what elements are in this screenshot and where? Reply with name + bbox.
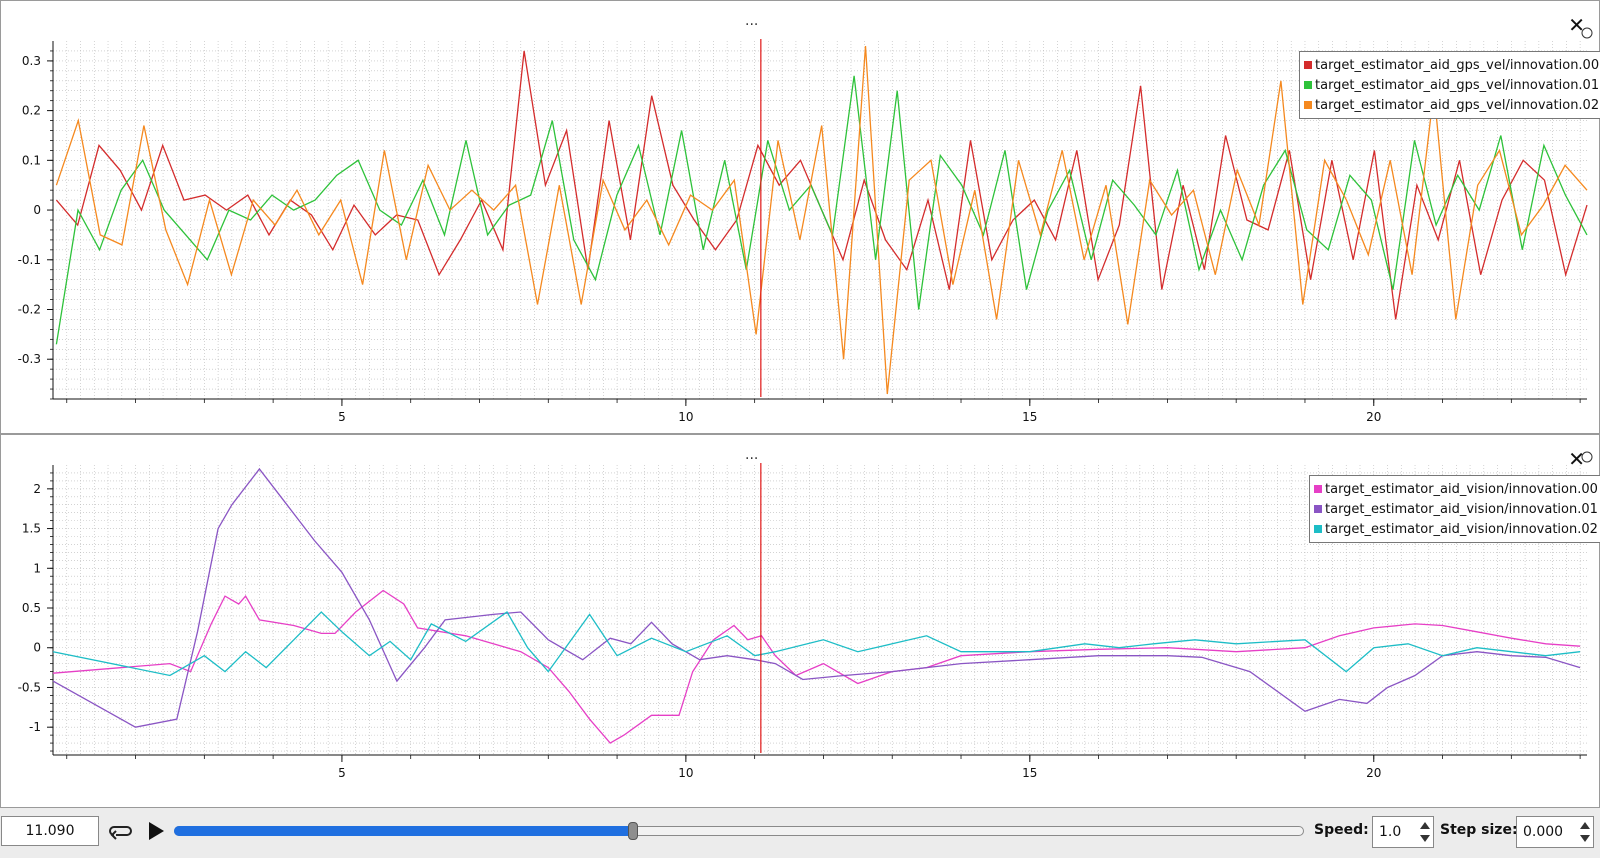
top-plot-x-tick-label: 20 — [1366, 410, 1381, 424]
speed-value: 1.0 — [1379, 824, 1402, 840]
top-plot-y-tick-label: 0.1 — [22, 153, 41, 167]
legend-label: target_estimator_aid_vision/innovation.0… — [1325, 521, 1598, 537]
bottom-plot-y-tick-label: -1 — [29, 720, 41, 734]
top-plot-y-tick-label: 0 — [33, 203, 41, 217]
top-plot-y-tick-label: 0.3 — [22, 54, 41, 68]
top-plot-y-tick-label: -0.2 — [18, 303, 41, 317]
bottom-plot-legend-item[interactable]: target_estimator_aid_vision/innovation.0… — [1314, 479, 1598, 499]
top-plot-legend-item[interactable]: target_estimator_aid_gps_vel/innovation.… — [1304, 95, 1599, 115]
bottom-plot-y-tick-label: 0 — [33, 641, 41, 655]
spin-arrows-icon[interactable] — [1418, 818, 1432, 846]
bottom-plot-menu[interactable]: ... — [745, 447, 758, 463]
legend-label: target_estimator_aid_vision/innovation.0… — [1325, 481, 1598, 497]
bottom-plot-y-tick-label: 0.5 — [22, 601, 41, 615]
bottom-plot-legend-item[interactable]: target_estimator_aid_vision/innovation.0… — [1314, 499, 1598, 519]
top-plot-panel[interactable]: 0.3 0.2 0.1 0 -0.1 -0.2 -0.3 5 10 15 20 ... ✕ targ… — [0, 0, 1600, 434]
legend-label: target_estimator_aid_gps_vel/innovation.… — [1315, 77, 1600, 93]
bottom-plot-y-tick-label: 2 — [33, 482, 41, 496]
slider-handle[interactable] — [627, 822, 638, 840]
step-size-label: Step size: — [1440, 822, 1518, 838]
legend-swatch — [1314, 525, 1322, 533]
top-plot-legend-item[interactable]: target_estimator_aid_gps_vel/innovation.… — [1304, 55, 1599, 75]
timeline-slider[interactable] — [174, 822, 1304, 840]
top-plot-legend-item[interactable]: target_estimator_aid_gps_vel/innovation.… — [1304, 75, 1599, 95]
top-plot-y-tick-label: 0.2 — [22, 104, 41, 118]
legend-label: target_estimator_aid_vision/innovation.0… — [1325, 501, 1598, 517]
bottom-plot-x-tick-label: 10 — [678, 766, 693, 780]
bottom-plot-legend-item[interactable]: target_estimator_aid_vision/innovation.0… — [1314, 519, 1598, 539]
top-plot-x-tick-label: 15 — [1022, 410, 1037, 424]
top-plot-legend[interactable]: target_estimator_aid_gps_vel/innovation.… — [1299, 51, 1600, 119]
step-size-value: 0.000 — [1523, 824, 1564, 840]
spin-arrows-icon[interactable] — [1578, 818, 1592, 846]
top-plot-menu[interactable]: ... — [745, 13, 758, 29]
top-plot-y-tick-label: -0.1 — [18, 253, 41, 267]
bottom-plot-y-tick-label: -0.5 — [18, 680, 41, 694]
bottom-plot-panel[interactable]: 2 1.5 1 0.5 0 -0.5 -1 5 10 15 20 ... ✕ target_esti… — [0, 434, 1600, 808]
bottom-plot-close-icon[interactable]: ✕ — [1568, 447, 1585, 471]
bottom-plot-legend[interactable]: target_estimator_aid_vision/innovation.0… — [1309, 475, 1600, 543]
bottom-plot-x-tick-label: 5 — [338, 766, 346, 780]
play-icon[interactable] — [144, 818, 168, 844]
legend-label: target_estimator_aid_gps_vel/innovation.… — [1315, 97, 1600, 113]
legend-swatch — [1304, 101, 1312, 109]
speed-spinbox[interactable]: 1.0 — [1372, 816, 1434, 848]
slider-fill — [174, 826, 633, 836]
legend-swatch — [1304, 61, 1312, 69]
top-plot-close-icon[interactable]: ✕ — [1568, 13, 1585, 37]
step-size-spinbox[interactable]: 0.000 — [1516, 816, 1594, 848]
top-plot-x-tick-label: 10 — [678, 410, 693, 424]
bottom-plot-x-tick-label: 20 — [1366, 766, 1381, 780]
legend-swatch — [1304, 81, 1312, 89]
top-plot-y-tick-label: -0.3 — [18, 352, 41, 366]
legend-swatch — [1314, 505, 1322, 513]
bottom-plot-y-tick-label: 1 — [33, 561, 41, 575]
playback-toolbar: 11.090 Speed: 1.0 Step size: 0.000 — [0, 808, 1600, 858]
speed-label: Speed: — [1314, 822, 1369, 838]
legend-swatch — [1314, 485, 1322, 493]
legend-label: target_estimator_aid_gps_vel/innovation.… — [1315, 57, 1600, 73]
top-plot-x-tick-label: 5 — [338, 410, 346, 424]
loop-icon[interactable] — [108, 818, 134, 844]
time-input[interactable]: 11.090 — [1, 816, 99, 846]
bottom-plot-x-tick-label: 15 — [1022, 766, 1037, 780]
bottom-plot-y-tick-label: 1.5 — [22, 522, 41, 536]
